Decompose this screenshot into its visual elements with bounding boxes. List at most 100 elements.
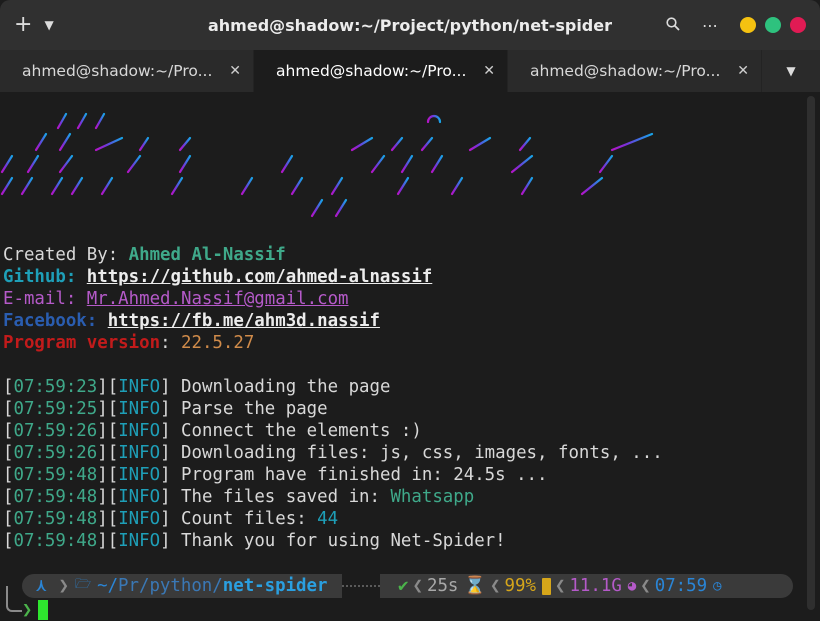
log-message: Count files: — [181, 509, 318, 529]
command-duration: 25s — [426, 576, 459, 596]
prompt-filler — [342, 585, 380, 587]
bracket: ][ — [97, 487, 119, 507]
github-label: Github: — [3, 267, 87, 287]
terminal-output[interactable]: Created By: Ahmed Al-Nassif Github: http… — [0, 92, 802, 621]
created-by-line: Created By: Ahmed Al-Nassif — [3, 244, 286, 266]
log-time: 07:59:23 — [13, 377, 98, 397]
log-time: 07:59:26 — [13, 421, 98, 441]
scrollbar-thumb[interactable] — [807, 96, 815, 610]
log-line: [07:59:23][INFO] Downloading the page — [3, 376, 390, 398]
log-level: INFO — [118, 443, 161, 463]
prompt-corner — [6, 586, 22, 612]
folder-icon: 🗁 — [74, 577, 92, 592]
bracket: ] — [160, 443, 182, 463]
facebook-link[interactable]: https://fb.me/ahm3d.nassif — [108, 311, 380, 331]
search-icon[interactable] — [666, 16, 680, 35]
clock-time: 07:59 — [654, 576, 708, 596]
log-level: INFO — [118, 487, 161, 507]
log-line: [07:59:48][INFO] Count files: 44 — [3, 508, 338, 530]
more-menu-icon[interactable]: ⋯ — [702, 16, 718, 35]
log-level: INFO — [118, 509, 161, 529]
log-time: 07:59:26 — [13, 443, 98, 463]
status-ok-icon: ✔ — [398, 576, 409, 596]
version-label: Program version — [3, 333, 161, 353]
log-time: 07:59:48 — [13, 509, 98, 529]
segment-separator-icon: ❮ — [490, 576, 501, 596]
chevron-down-icon[interactable]: ▼ — [44, 18, 53, 32]
segment-separator-icon: ❮ — [412, 576, 423, 596]
github-link[interactable]: https://github.com/ahmed-alnassif — [87, 267, 433, 287]
bracket: [ — [3, 399, 14, 419]
window-controls — [740, 17, 806, 33]
scrollbar[interactable] — [802, 92, 820, 621]
bracket: [ — [3, 487, 14, 507]
bracket: ][ — [97, 443, 119, 463]
bracket: [ — [3, 443, 14, 463]
titlebar-right-controls: ⋯ — [666, 16, 806, 35]
facebook-line: Facebook: https://fb.me/ahm3d.nassif — [3, 310, 380, 332]
prompt-path-segment: ⋏ ❯ 🗁 ~/Pr/python/net-spider — [22, 574, 342, 598]
bracket: ][ — [97, 377, 119, 397]
log-line: [07:59:26][INFO] Connect the elements :) — [3, 420, 422, 442]
close-tab-icon[interactable]: ✕ — [229, 63, 241, 79]
tab-label: ahmed@shadow:~/Pro... — [276, 62, 467, 80]
log-time: 07:59:48 — [13, 531, 98, 551]
new-tab-plus-icon[interactable]: + — [14, 14, 32, 36]
log-level: INFO — [118, 531, 161, 551]
close-tab-icon[interactable]: ✕ — [483, 63, 495, 79]
title-bar: + ▼ ahmed@shadow:~/Project/python/net-sp… — [0, 0, 820, 50]
bracket: ] — [160, 377, 182, 397]
log-message: Parse the page — [181, 399, 328, 419]
bracket: ] — [160, 487, 182, 507]
tab-2[interactable]: ahmed@shadow:~/Pro... ✕ — [254, 50, 508, 92]
prompt-char: ❯ — [22, 600, 33, 620]
net-spider-ascii-banner — [0, 104, 654, 218]
log-message: Downloading files: js, css, images, font… — [181, 443, 663, 463]
version-value: 22.5.27 — [181, 333, 255, 353]
tab-1[interactable]: ahmed@shadow:~/Pro... ✕ — [0, 50, 254, 92]
log-level: INFO — [118, 399, 161, 419]
maximize-button[interactable] — [765, 17, 781, 33]
battery-level: 99% — [504, 576, 536, 596]
arch-icon: ⋏ — [36, 576, 47, 596]
bracket: [ — [3, 465, 14, 485]
log-value: Whatsapp — [390, 487, 475, 507]
log-level: INFO — [118, 465, 161, 485]
bracket: ][ — [97, 465, 119, 485]
memory-usage: 11.1G — [569, 576, 622, 596]
log-value: 44 — [317, 509, 339, 529]
bracket: [ — [3, 377, 14, 397]
input-line[interactable]: ❯ — [22, 600, 49, 620]
ram-gauge-icon: ◕ — [627, 578, 637, 594]
segment-separator-icon: ❮ — [640, 576, 651, 596]
shell-prompt: ⋏ ❯ 🗁 ~/Pr/python/net-spider ✔ ❮ 25s ⌛ ❮… — [0, 574, 802, 598]
bracket: ][ — [97, 531, 119, 551]
path-parent: Pr/python/ — [118, 576, 223, 596]
log-time: 07:59:48 — [13, 487, 98, 507]
author-name: Ahmed Al-Nassif — [128, 245, 286, 265]
minimize-button[interactable] — [740, 17, 756, 33]
log-line: [07:59:48][INFO] The files saved in: Wha… — [3, 486, 474, 508]
email-line: E-mail: Mr.Ahmed.Nassif@gmail.com — [3, 288, 349, 310]
log-line: [07:59:48][INFO] Thank you for using Net… — [3, 530, 506, 552]
facebook-label: Facebook: — [3, 311, 108, 331]
hourglass-icon: ⌛ — [464, 576, 487, 596]
bracket: ] — [160, 399, 182, 419]
tab-list-chevron-icon[interactable]: ▼ — [762, 50, 820, 92]
log-message: The files saved in: — [181, 487, 391, 507]
bracket: [ — [3, 509, 14, 529]
tab-3[interactable]: ahmed@shadow:~/Pro... ✕ — [508, 50, 762, 92]
close-button[interactable] — [790, 17, 806, 33]
close-tab-icon[interactable]: ✕ — [737, 63, 749, 79]
log-time: 07:59:25 — [13, 399, 98, 419]
version-colon: : — [160, 333, 182, 353]
log-line: [07:59:26][INFO] Downloading files: js, … — [3, 442, 663, 464]
email-link[interactable]: Mr.Ahmed.Nassif@gmail.com — [87, 289, 349, 309]
text-cursor — [38, 600, 49, 620]
log-message: Program have finished in: 24.5s ... — [181, 465, 548, 485]
bracket: ] — [160, 465, 182, 485]
log-level: INFO — [118, 421, 161, 441]
log-message: Downloading the page — [181, 377, 391, 397]
bracket: ] — [160, 509, 182, 529]
clock-icon: ◷ — [713, 578, 722, 594]
